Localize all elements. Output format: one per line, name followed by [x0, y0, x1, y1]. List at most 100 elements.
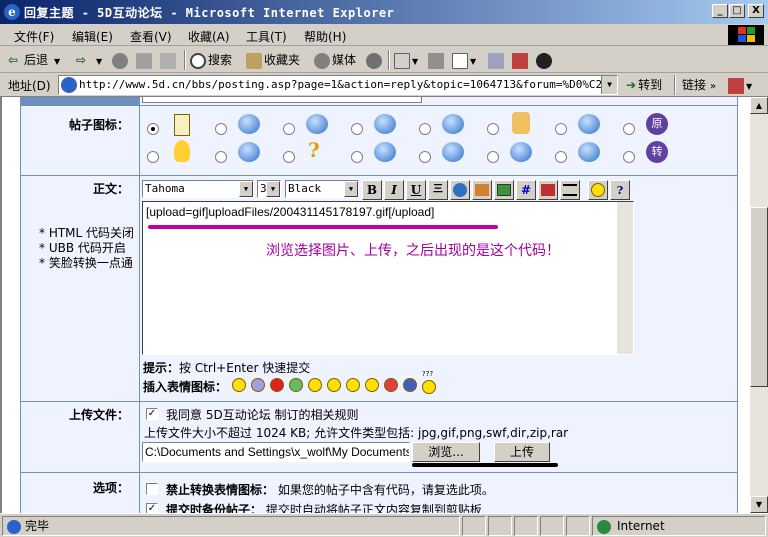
agree-checkbox[interactable]: ✓ — [146, 408, 158, 420]
media-button[interactable]: 媒体 — [314, 50, 356, 70]
edit-button[interactable]: ▼ — [452, 50, 476, 70]
post-icon-radio[interactable] — [351, 123, 363, 135]
center-button[interactable]: 三 — [428, 180, 448, 200]
messenger-button[interactable] — [536, 50, 554, 70]
discuss-button[interactable] — [488, 50, 506, 70]
status-cell — [488, 516, 512, 536]
post-icon-radio[interactable] — [215, 151, 227, 163]
post-icon-radio[interactable] — [283, 123, 295, 135]
scroll-up-button[interactable]: ▲ — [750, 97, 768, 114]
post-icon-radio[interactable] — [351, 151, 363, 163]
post-icon-radio[interactable] — [147, 151, 159, 163]
bold-button[interactable]: B — [362, 180, 382, 200]
go-button[interactable]: ➔ 转到 — [626, 75, 662, 95]
mail-button[interactable]: ▼ — [394, 50, 418, 70]
code-button[interactable]: # — [516, 180, 536, 200]
upload-button[interactable]: 上传 — [494, 442, 550, 462]
forward-button[interactable]: ⇨ ▼ — [76, 50, 102, 70]
address-bar: 地址(D) http://www.5d.cn/bbs/posting.asp?p… — [0, 73, 768, 97]
history-button[interactable] — [366, 50, 384, 70]
refresh-button[interactable] — [136, 50, 154, 70]
menu-edit[interactable]: 编辑(E) — [72, 28, 113, 45]
blue-face-icon — [510, 142, 532, 162]
research-button[interactable] — [512, 50, 530, 70]
post-icon-radio[interactable] — [487, 151, 499, 163]
cool-face-icon[interactable] — [346, 378, 360, 392]
status-cell — [566, 516, 590, 536]
post-icon-radio[interactable] — [215, 123, 227, 135]
blue-face-icon — [238, 142, 260, 162]
home-button[interactable] — [160, 50, 178, 70]
browse-button[interactable]: 浏览... — [412, 442, 480, 462]
dizzy-face-icon[interactable] — [365, 378, 379, 392]
disable-smiley-checkbox[interactable] — [146, 483, 158, 495]
menu-file[interactable]: 文件(F) — [14, 28, 54, 45]
confused-face-icon[interactable] — [422, 380, 436, 394]
menu-bar: 文件(F) 编辑(E) 查看(V) 收藏(A) 工具(T) 帮助(H) — [0, 24, 768, 46]
post-icon-radio[interactable] — [419, 151, 431, 163]
smiley-button[interactable] — [588, 180, 608, 200]
post-icon-radio[interactable] — [283, 151, 295, 163]
globe-link-button[interactable] — [450, 180, 470, 200]
cold-face-icon[interactable] — [403, 378, 417, 392]
back-button[interactable]: ⇦ 后退 ▼ — [8, 50, 60, 70]
edit-page-icon — [452, 52, 468, 69]
chevron-down-icon: ▼ — [239, 181, 253, 197]
smiley-icon[interactable] — [232, 378, 246, 392]
angry-face-icon[interactable] — [270, 378, 284, 392]
links-button[interactable]: 链接» — [682, 75, 716, 95]
discuss-icon — [488, 52, 504, 69]
post-icon-radio[interactable] — [623, 123, 635, 135]
menu-favorites[interactable]: 收藏(A) — [188, 28, 230, 45]
post-icon-radio[interactable] — [419, 123, 431, 135]
maximize-button[interactable]: □ — [729, 4, 745, 18]
list-button[interactable] — [560, 180, 580, 200]
menu-tools[interactable]: 工具(T) — [246, 28, 287, 45]
file-path-input[interactable]: C:\Documents and Settings\x_wolf\My Docu… — [142, 442, 410, 462]
post-icon-radio[interactable] — [555, 151, 567, 163]
grin-face-icon[interactable] — [289, 378, 303, 392]
scroll-down-button[interactable]: ▼ — [750, 496, 768, 513]
font-size-select[interactable]: 3 ▼ — [257, 180, 281, 198]
address-input[interactable]: http://www.5d.cn/bbs/posting.asp?page=1&… — [58, 75, 618, 95]
go-arrow-icon: ➔ — [626, 78, 637, 92]
menu-view[interactable]: 查看(V) — [130, 28, 172, 45]
happy-face-icon[interactable] — [327, 378, 341, 392]
menu-help[interactable]: 帮助(H) — [304, 28, 346, 45]
post-icon-radio[interactable] — [623, 151, 635, 163]
underline-button[interactable]: U — [406, 180, 426, 200]
page-scrollbar[interactable]: ▲ ▼ — [750, 97, 768, 513]
chevron-down-icon[interactable]: ▼ — [601, 76, 617, 94]
post-icon-picker: 原 ? 转 — [140, 106, 737, 175]
quote-button[interactable] — [538, 180, 558, 200]
post-icon-radio[interactable] — [555, 123, 567, 135]
image-button[interactable] — [494, 180, 514, 200]
mad-face-icon[interactable] — [384, 378, 398, 392]
status-cell — [514, 516, 538, 536]
italic-button[interactable]: I — [384, 180, 404, 200]
print-button[interactable] — [428, 50, 446, 70]
search-button[interactable]: 搜索 — [190, 50, 232, 70]
address-label: 地址(D) — [8, 79, 51, 93]
font-color-select[interactable]: Black ▼ — [285, 180, 359, 198]
flash-button[interactable] — [472, 180, 492, 200]
help-button[interactable]: ? — [610, 180, 630, 200]
stop-button[interactable] — [112, 50, 130, 70]
note-html: * HTML 代码关闭 — [39, 226, 135, 240]
textarea-scrollbar[interactable] — [617, 202, 633, 354]
scroll-thumb[interactable] — [750, 207, 768, 387]
minimize-button[interactable]: _ — [712, 4, 728, 18]
wink-face-icon[interactable] — [308, 378, 322, 392]
history-icon — [366, 52, 382, 69]
post-icon-radio[interactable] — [147, 123, 159, 135]
sad-face-icon[interactable] — [251, 378, 265, 392]
font-family-select[interactable]: Tahoma ▼ — [142, 180, 254, 198]
extension-button[interactable]: ▼ — [728, 75, 752, 95]
option2-label: 提交时备份帖子： — [166, 503, 263, 513]
backup-post-checkbox[interactable]: ✓ — [146, 503, 158, 513]
textarea-content: [upload=gif]uploadFiles/200431145178197.… — [146, 205, 435, 219]
close-button[interactable]: X — [748, 4, 764, 18]
confused-marks: ??? — [422, 370, 434, 378]
favorites-button[interactable]: 收藏夹 — [246, 50, 300, 70]
post-icon-radio[interactable] — [487, 123, 499, 135]
